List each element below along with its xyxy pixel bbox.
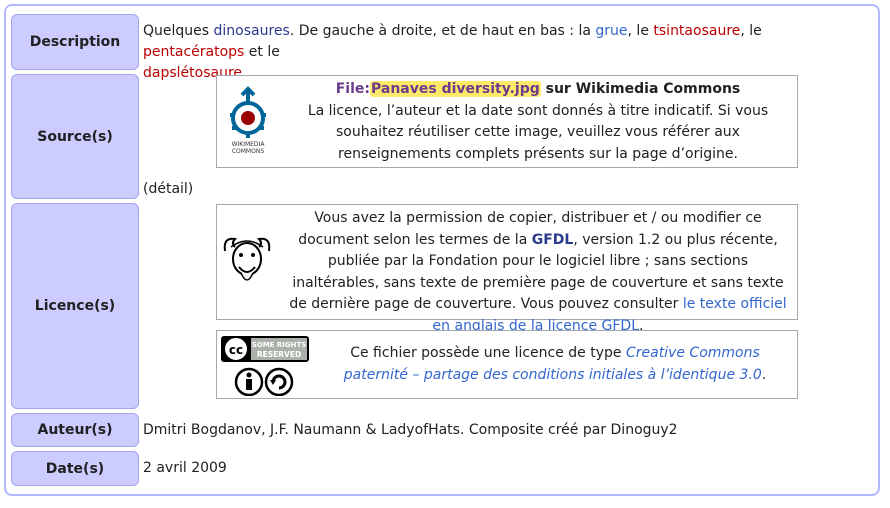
cc-text-part: . (761, 366, 767, 383)
commons-text: File:Panaves diversity.jpg sur Wikimedia… (283, 79, 793, 165)
gfdl-box: Vous avez la permission de copier, distr… (216, 204, 798, 334)
link-dinosaures[interactable]: dinosaures (214, 23, 290, 39)
file-name-link[interactable]: Panaves diversity.jpg (370, 81, 541, 97)
cc-text: Ce fichier possède une licence de type C… (317, 343, 793, 386)
description-part: , le (627, 23, 654, 39)
date-text: 2 avril 2009 (143, 460, 227, 476)
cc-badge-line2: RESERVED (257, 350, 301, 359)
commons-logo-label-1: WIKIMEDIA (232, 141, 266, 148)
description-part: et le (244, 44, 280, 60)
link-pentaceratops[interactable]: pentacératops (143, 44, 244, 60)
gfdl-text: Vous avez la permission de copier, distr… (283, 208, 793, 337)
description-part: . De gauche à droite, et de haut en bas … (289, 23, 596, 39)
description-part: Quelques (143, 23, 214, 39)
wikimedia-commons-logo-icon: WIKIMEDIA COMMONS (230, 86, 266, 155)
detail-text: (détail) (143, 181, 194, 197)
description-part: , le (740, 23, 762, 39)
cc-by-sa-badge-icon: cc SOME RIGHTS RESERVED (221, 336, 309, 396)
commons-logo-label-2: COMMONS (232, 148, 264, 155)
cc-box: cc SOME RIGHTS RESERVED Ce fichier possè… (216, 330, 798, 399)
cc-text-part: Ce fichier possède une licence de type (350, 345, 626, 361)
header-date: Date(s) (11, 451, 139, 486)
header-description: Description (11, 14, 139, 70)
auteur-text: Dmitri Bogdanov, J.F. Naumann & LadyofHa… (143, 422, 678, 438)
header-auteur: Auteur(s) (11, 413, 139, 447)
commons-file-title: File:Panaves diversity.jpg sur Wikimedia… (283, 79, 793, 101)
gnu-head-icon (223, 237, 271, 281)
header-licence: Licence(s) (11, 203, 139, 409)
cc-badge-line1: SOME RIGHTS (252, 341, 307, 349)
link-tsintaosaure[interactable]: tsintaosaure (653, 23, 740, 39)
svg-text:cc: cc (229, 343, 243, 357)
commons-box: WIKIMEDIA COMMONS File:Panaves diversity… (216, 75, 798, 168)
link-grue[interactable]: grue (595, 23, 627, 39)
commons-notice: La licence, l’auteur et la date sont don… (307, 102, 769, 162)
file-prefix-link[interactable]: File: (336, 81, 370, 97)
file-suffix: sur Wikimedia Commons (540, 81, 741, 97)
gfdl-link[interactable]: GFDL (532, 232, 574, 248)
header-source: Source(s) (11, 74, 139, 199)
